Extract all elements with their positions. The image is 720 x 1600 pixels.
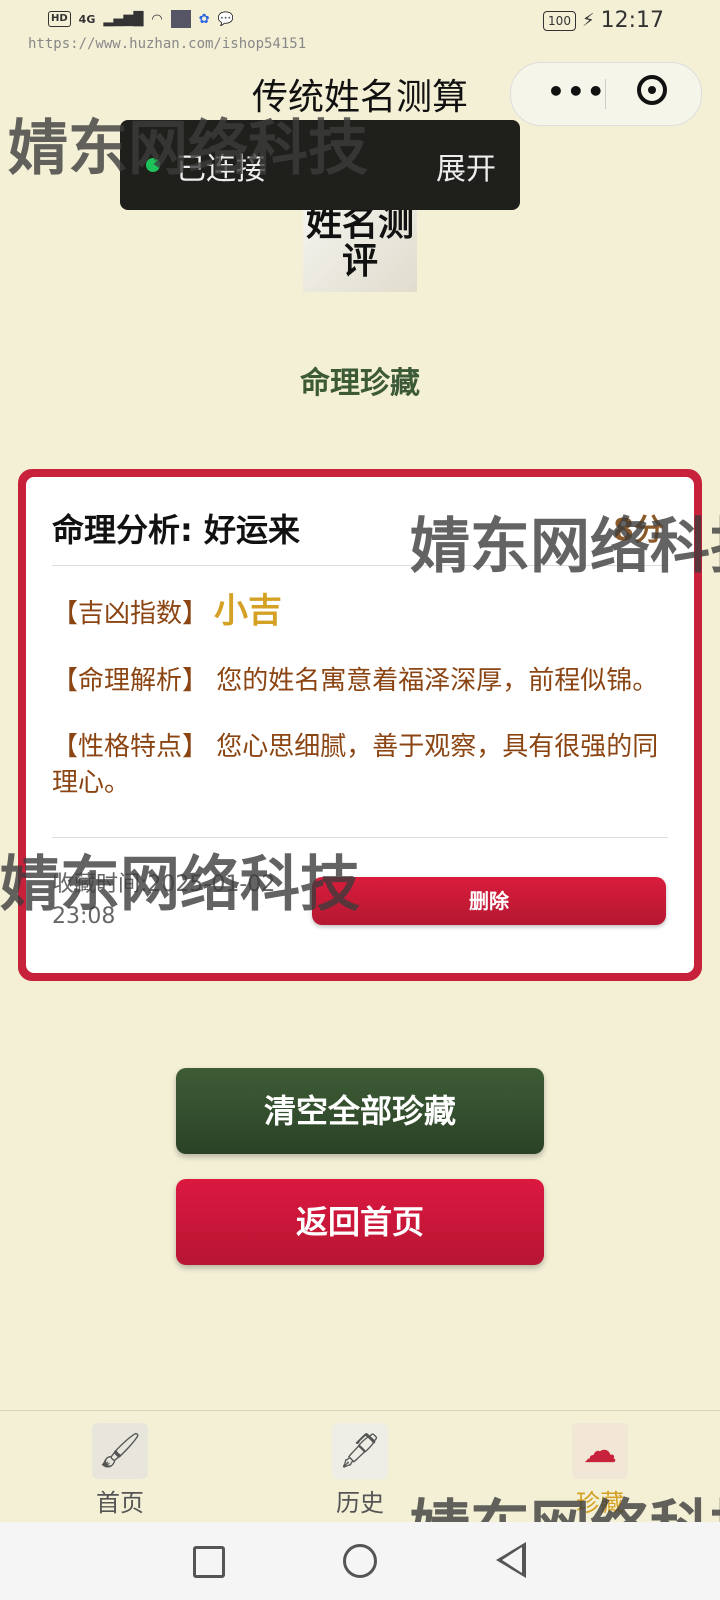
app-logo: 姓名测评	[303, 196, 417, 292]
status-icons-right: 100 ⚡ 12:17	[543, 8, 664, 33]
cloud-pattern-icon: ☁	[572, 1423, 628, 1479]
recent-apps-icon[interactable]	[193, 1546, 225, 1578]
tab-home[interactable]: 🖌 首页	[60, 1423, 180, 1518]
wechat-icon: 💬	[217, 11, 234, 27]
row-label: 【性格特点】	[52, 732, 209, 762]
clear-all-button[interactable]: 清空全部珍藏	[176, 1068, 544, 1154]
wifi-icon: ◠	[151, 11, 163, 27]
network-label: 4G	[78, 12, 96, 26]
signal-icon: ▂▄▆█	[103, 11, 144, 27]
watermark-text: 婧东网络科技	[8, 114, 368, 184]
back-triangle-icon[interactable]	[496, 1542, 526, 1578]
row-value: 小吉	[214, 591, 283, 631]
app-notification-icon	[170, 10, 191, 28]
more-dots-icon[interactable]: •••	[547, 77, 607, 107]
personality-row: 【性格特点】 您心思细腻，善于观察，具有很强的同理心。	[52, 729, 670, 801]
target-close-icon[interactable]	[637, 75, 667, 105]
status-icons-left: HD 4G ▂▄▆█ ◠ ✿ 💬	[48, 10, 234, 28]
brush-stroke-icon: 🖋	[332, 1423, 388, 1479]
brush-ink-icon: 🖌	[92, 1423, 148, 1479]
fortune-index-row: 【吉凶指数】 小吉	[52, 593, 670, 632]
url-watermark: https://www.huzhan.com/ishop54151	[28, 36, 307, 52]
row-label: 【命理解析】	[52, 666, 209, 696]
delete-button[interactable]: 删除	[312, 877, 666, 925]
card-title: 命理分析: 好运来	[52, 511, 300, 549]
clock: 12:17	[600, 8, 664, 33]
home-circle-icon[interactable]	[343, 1544, 377, 1578]
baidu-icon: ✿	[198, 11, 210, 27]
back-home-button[interactable]: 返回首页	[176, 1179, 544, 1265]
row-label: 【吉凶指数】	[52, 599, 209, 629]
fate-analysis-row: 【命理解析】 您的姓名寓意着福泽深厚，前程似锦。	[52, 663, 670, 699]
watermark-text: 婧东网络科技	[410, 512, 720, 582]
logo-text: 姓名测评	[305, 202, 414, 282]
system-navigation-bar	[0, 1522, 720, 1600]
mini-program-capsule: •••	[510, 62, 702, 126]
tab-label: 首页	[96, 1489, 144, 1517]
expand-button[interactable]: 展开	[436, 144, 496, 188]
section-title: 命理珍藏	[300, 366, 420, 401]
row-value: 您的姓名寓意着福泽深厚，前程似锦。	[216, 666, 659, 696]
watermark-text: 婧东网络科技	[0, 850, 360, 920]
hd-badge: HD	[48, 11, 71, 27]
tab-label: 历史	[336, 1489, 384, 1517]
battery-icon: 100	[543, 10, 576, 31]
tab-history[interactable]: 🖋 历史	[300, 1423, 420, 1518]
capsule-divider	[605, 79, 606, 109]
charging-icon: ⚡	[581, 10, 595, 31]
